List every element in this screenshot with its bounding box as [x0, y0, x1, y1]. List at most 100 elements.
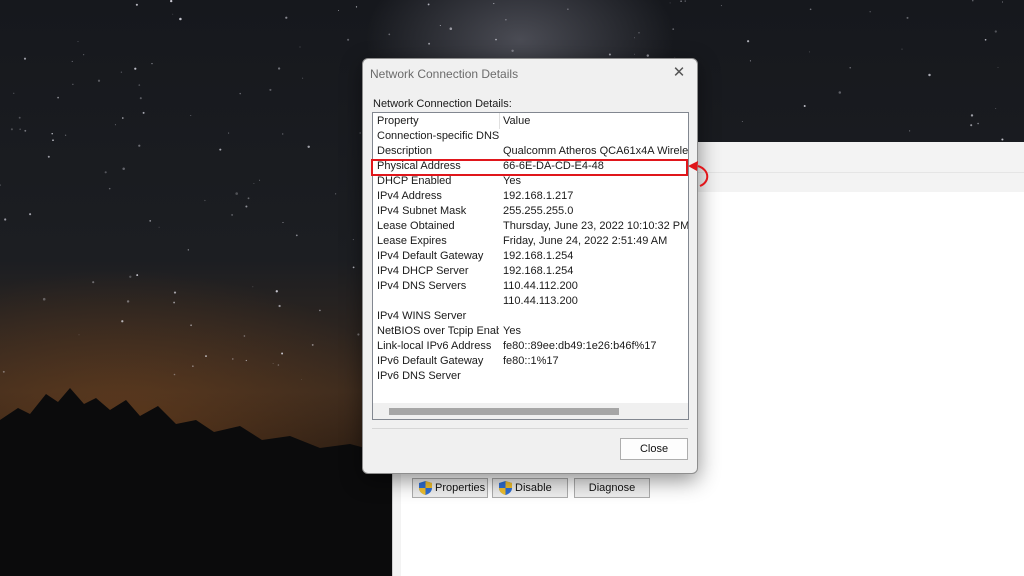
row-property: IPv4 Address	[377, 190, 442, 202]
physical-address-highlight-box	[371, 159, 688, 176]
star	[281, 352, 284, 355]
row-property: IPv4 DHCP Server	[377, 265, 469, 277]
star	[295, 234, 298, 237]
star	[129, 275, 132, 278]
star	[42, 297, 46, 301]
star	[179, 17, 182, 21]
table-row[interactable]: IPv4 DHCP Server 192.168.1.254	[373, 264, 688, 279]
star	[92, 281, 95, 284]
star	[495, 38, 497, 41]
table-row[interactable]: IPv6 Default Gateway fe80::1%17	[373, 354, 688, 369]
star	[126, 300, 130, 303]
close-icon[interactable]: ✕	[668, 63, 690, 83]
network-connection-details-dialog: Network Connection Details ✕ Network Con…	[362, 58, 698, 474]
star	[23, 57, 27, 60]
star	[439, 25, 441, 26]
table-row[interactable]: Connection-specific DNS ...	[373, 129, 688, 144]
curved-arrow-icon	[688, 161, 709, 187]
star	[803, 105, 806, 107]
table-row[interactable]: Link-local IPv6 Address fe80::89ee:db49:1…	[373, 339, 688, 354]
star	[869, 11, 871, 13]
star	[505, 19, 507, 21]
star	[428, 42, 431, 45]
row-value: 192.168.1.217	[503, 190, 574, 202]
dialog-title: Network Connection Details	[370, 67, 519, 81]
row-property: IPv4 Subnet Mask	[377, 205, 467, 217]
star	[245, 205, 248, 208]
star	[928, 73, 931, 77]
star	[311, 343, 314, 346]
star	[275, 290, 278, 293]
divider	[372, 428, 688, 429]
star	[104, 171, 107, 174]
table-row[interactable]: Lease Expires Friday, June 24, 2022 2:51:…	[373, 234, 688, 249]
star	[388, 33, 391, 36]
table-row[interactable]: Lease Obtained Thursday, June 23, 2022 10…	[373, 219, 688, 234]
star	[638, 32, 640, 34]
disable-button[interactable]: Disable	[492, 478, 568, 498]
star	[970, 124, 973, 127]
star	[908, 130, 911, 132]
row-property: Lease Expires	[377, 235, 447, 247]
star	[245, 359, 247, 362]
table-row[interactable]: IPv4 Subnet Mask 255.255.255.0	[373, 204, 688, 219]
disable-button-label: Disable	[515, 482, 552, 494]
row-property: Connection-specific DNS ...	[377, 130, 499, 142]
uac-shield-icon	[499, 481, 512, 495]
row-property: IPv4 Default Gateway	[377, 250, 484, 262]
table-row[interactable]: IPv4 Default Gateway 192.168.1.254	[373, 249, 688, 264]
star	[634, 37, 635, 39]
table-row[interactable]: IPv4 Address 192.168.1.217	[373, 189, 688, 204]
star	[172, 13, 174, 15]
star	[247, 197, 250, 200]
star	[808, 51, 811, 53]
star	[138, 84, 141, 86]
star	[114, 124, 116, 126]
close-button[interactable]: Close	[620, 438, 688, 460]
star	[204, 199, 206, 202]
table-row[interactable]: NetBIOS over Tcpip Enab... Yes	[373, 324, 688, 339]
star	[299, 46, 301, 48]
mountain-silhouette	[0, 388, 400, 576]
row-property: NetBIOS over Tcpip Enab...	[377, 325, 499, 337]
star	[77, 41, 79, 43]
star	[151, 62, 153, 65]
row-property: IPv6 DNS Server	[377, 370, 461, 382]
properties-button[interactable]: Properties	[412, 478, 488, 498]
table-row[interactable]: 110.44.113.200	[373, 294, 688, 309]
row-value: Qualcomm Atheros QCA61x4A Wireless N	[503, 145, 689, 157]
star	[243, 335, 246, 337]
row-value: fe80::89ee:db49:1e26:b46f%17	[503, 340, 657, 352]
table-row[interactable]: IPv6 DNS Server	[373, 369, 688, 384]
star	[906, 16, 909, 19]
star	[809, 8, 812, 11]
table-row[interactable]: Description Qualcomm Atheros QCA61x4A Wir…	[373, 144, 688, 159]
star	[352, 239, 354, 241]
properties-button-label: Properties	[435, 482, 486, 494]
star	[252, 286, 254, 288]
column-header-property[interactable]: Property	[377, 113, 419, 129]
column-divider[interactable]	[499, 113, 500, 129]
star	[10, 128, 13, 131]
table-row[interactable]: IPv4 WINS Server	[373, 309, 688, 324]
row-value: Yes	[503, 175, 521, 187]
star	[190, 115, 192, 116]
star	[142, 111, 145, 114]
horizontal-scrollbar[interactable]	[373, 403, 688, 419]
star	[19, 128, 21, 130]
table-row[interactable]: DHCP Enabled Yes	[373, 174, 688, 189]
star	[970, 114, 974, 117]
star	[78, 334, 80, 336]
star	[1001, 138, 1004, 141]
table-row[interactable]: IPv4 DNS Servers 110.44.112.200	[373, 279, 688, 294]
star	[646, 54, 650, 57]
star	[307, 145, 310, 149]
diagnose-button[interactable]: Diagnose	[574, 478, 650, 498]
star	[139, 97, 142, 100]
row-value: fe80::1%17	[503, 355, 559, 367]
star	[190, 324, 192, 327]
star	[97, 79, 101, 82]
star	[135, 3, 138, 6]
scrollbar-thumb[interactable]	[389, 408, 619, 415]
column-header-value[interactable]: Value	[503, 113, 530, 129]
